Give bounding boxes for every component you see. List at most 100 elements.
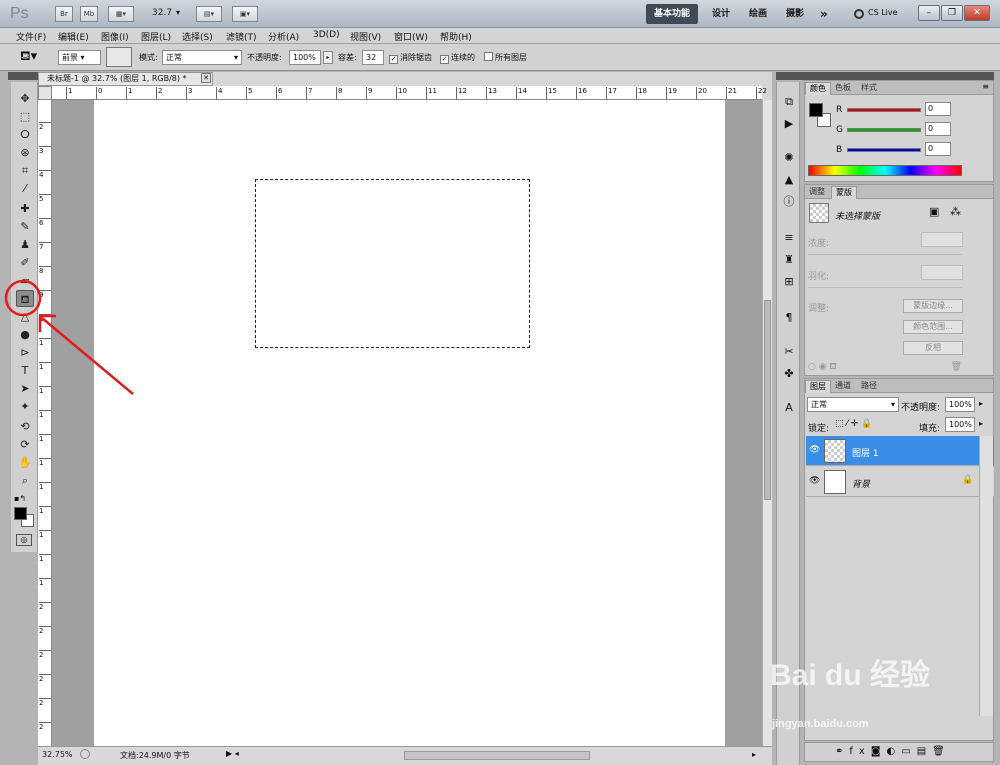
channel-b-slider[interactable] bbox=[847, 148, 921, 152]
move-tool-icon[interactable]: ✥ bbox=[16, 90, 34, 107]
brush-tool-icon[interactable]: ✎ bbox=[16, 218, 34, 235]
healing-brush-tool-icon[interactable]: ✚ bbox=[16, 200, 34, 217]
view-extras-button[interactable]: ▦▾ bbox=[108, 6, 134, 22]
more-workspaces-button[interactable]: » bbox=[820, 4, 828, 24]
tab-color[interactable]: 颜色 bbox=[805, 82, 831, 95]
layers-footer-buttons[interactable]: ⚭fx◙◐▭▤🗑 bbox=[804, 742, 994, 762]
color-range-button[interactable]: 颜色范围... bbox=[903, 320, 963, 334]
workspace-painting[interactable]: 绘画 bbox=[749, 4, 767, 24]
layer-row-1[interactable]: 👁 图层 1 bbox=[806, 436, 994, 466]
opacity-slider-button[interactable]: ▸ bbox=[323, 51, 333, 64]
workspace-photography[interactable]: 摄影 bbox=[786, 4, 804, 24]
menu-3d[interactable]: 3D(D) bbox=[313, 30, 340, 40]
quick-mask-icon[interactable]: ◎ bbox=[16, 534, 32, 546]
contiguous-checkbox[interactable]: ✓ 连续的 bbox=[440, 52, 475, 64]
tab-masks[interactable]: 蒙版 bbox=[831, 186, 857, 199]
arrange-documents-button[interactable]: ▤▾ bbox=[196, 6, 222, 22]
tolerance-input[interactable]: 32 bbox=[362, 50, 384, 65]
layer-row-background[interactable]: 👁 背景 🔒 bbox=[806, 467, 994, 497]
clone-source-icon[interactable]: ♜ bbox=[781, 252, 797, 268]
menu-analysis[interactable]: 分析(A) bbox=[268, 30, 299, 43]
menu-image[interactable]: 图像(I) bbox=[101, 30, 129, 43]
status-zoom[interactable]: 32.75% bbox=[42, 750, 73, 759]
histogram-icon[interactable]: ▲ bbox=[781, 172, 797, 188]
invert-button[interactable]: 反相 bbox=[903, 341, 963, 355]
opacity-input[interactable]: 100% bbox=[289, 50, 321, 65]
panel-menu-icon[interactable]: ≡ bbox=[982, 82, 989, 91]
crop-tool-icon[interactable]: ⌗ bbox=[16, 162, 34, 179]
menu-file[interactable]: 文件(F) bbox=[16, 30, 46, 43]
menu-window[interactable]: 窗口(W) bbox=[394, 30, 428, 43]
eyedropper-tool-icon[interactable]: ⁄ bbox=[16, 180, 34, 197]
mini-bridge-button[interactable]: Mb bbox=[80, 6, 98, 22]
history-icon[interactable]: ⧉ bbox=[781, 94, 797, 110]
paint-bucket-preset-icon[interactable]: ⛾▾ bbox=[20, 49, 37, 66]
menu-layer[interactable]: 图层(L) bbox=[141, 30, 171, 43]
menu-help[interactable]: 帮助(H) bbox=[440, 30, 472, 43]
pixel-mask-icon[interactable]: ▣ bbox=[929, 205, 939, 218]
document-tab[interactable]: 未标题-1 @ 32.7% (图层 1, RGB/8) * ✕ bbox=[38, 72, 213, 86]
tools-panel-header[interactable] bbox=[8, 72, 38, 80]
close-document-icon[interactable]: ✕ bbox=[201, 73, 211, 83]
bridge-button[interactable]: Br bbox=[55, 6, 73, 22]
screen-mode-button[interactable]: ▣▾ bbox=[232, 6, 258, 22]
3d-rotate-tool-icon[interactable]: ⟲ bbox=[16, 418, 34, 435]
menu-edit[interactable]: 编辑(E) bbox=[58, 30, 89, 43]
channel-b-input[interactable]: 0 bbox=[925, 142, 951, 156]
color-foreground-swatch[interactable] bbox=[809, 103, 823, 117]
lasso-tool-icon[interactable]: ⵔ bbox=[16, 126, 34, 143]
brush-presets-icon[interactable]: ≡ bbox=[781, 230, 797, 246]
channel-g-slider[interactable] bbox=[847, 128, 921, 132]
tab-adjustments[interactable]: 调整 bbox=[805, 186, 829, 199]
density-input[interactable] bbox=[921, 232, 963, 247]
quick-select-tool-icon[interactable]: ⊛ bbox=[16, 144, 34, 161]
mask-edge-button[interactable]: 蒙版边缘... bbox=[903, 299, 963, 313]
color-spectrum-bar[interactable] bbox=[808, 165, 962, 176]
tab-paths[interactable]: 路径 bbox=[857, 380, 881, 393]
paragraph-icon[interactable]: ¶ bbox=[781, 310, 797, 326]
blend-mode-select[interactable]: 正常 ▾ bbox=[807, 397, 899, 412]
minimize-button[interactable]: – bbox=[918, 5, 940, 21]
layer-name[interactable]: 背景 bbox=[852, 477, 870, 490]
actions-icon[interactable]: ▶ bbox=[781, 116, 797, 132]
workspace-essentials[interactable]: 基本功能 bbox=[646, 4, 699, 24]
fill-input[interactable]: 100% bbox=[945, 417, 975, 432]
pattern-picker[interactable] bbox=[106, 47, 132, 67]
visibility-eye-icon[interactable]: 👁 bbox=[809, 445, 820, 455]
feather-input[interactable] bbox=[921, 265, 963, 280]
channel-r-slider[interactable] bbox=[847, 108, 921, 112]
mode-select[interactable]: 正常 ▾ bbox=[162, 50, 242, 65]
vector-mask-icon[interactable]: ⁂ bbox=[950, 205, 961, 218]
antialias-checkbox[interactable]: ✓ 消除锯齿 bbox=[389, 52, 432, 64]
layer-opacity-input[interactable]: 100% bbox=[945, 397, 975, 412]
chevron-down-icon[interactable]: ▾ bbox=[176, 8, 180, 17]
cslive-button[interactable]: CS Live bbox=[868, 8, 898, 17]
fill-slider-arrow-icon[interactable]: ▸ bbox=[979, 419, 983, 428]
navigator-icon[interactable]: ✺ bbox=[781, 150, 797, 166]
3d-scene-icon[interactable]: ✤ bbox=[781, 366, 797, 382]
tab-layers[interactable]: 图层 bbox=[805, 380, 831, 393]
default-colors-icon[interactable]: ▪↰ bbox=[14, 494, 26, 503]
scrollbar-thumb[interactable] bbox=[764, 300, 771, 500]
scroll-right-icon[interactable]: ▸ bbox=[752, 750, 756, 759]
marquee-tool-icon[interactable]: ⬚ bbox=[16, 108, 34, 125]
hand-tool-icon[interactable]: ✋ bbox=[16, 454, 34, 471]
density-slider[interactable] bbox=[808, 254, 962, 257]
foreground-color-swatch[interactable] bbox=[14, 507, 27, 520]
status-menu-arrow-icon[interactable]: ▶ ◂ bbox=[226, 749, 239, 758]
close-button[interactable]: ✕ bbox=[964, 5, 990, 21]
layer-name[interactable]: 图层 1 bbox=[852, 446, 879, 459]
all-layers-checkbox[interactable]: 所有图层 bbox=[484, 52, 527, 63]
panel-dock-header[interactable] bbox=[776, 72, 994, 80]
status-options-icon[interactable] bbox=[80, 749, 90, 759]
menu-select[interactable]: 选择(S) bbox=[182, 30, 213, 43]
tab-swatches[interactable]: 色板 bbox=[831, 82, 855, 95]
visibility-eye-icon[interactable]: 👁 bbox=[809, 476, 820, 486]
horizontal-scrollbar-thumb[interactable] bbox=[404, 751, 590, 760]
feather-slider[interactable] bbox=[808, 287, 962, 290]
3d-orbit-tool-icon[interactable]: ⟳ bbox=[16, 436, 34, 453]
character-icon[interactable]: A bbox=[781, 400, 797, 416]
masks-footer-icons[interactable]: ○ ◉ ⛾ 🗑 bbox=[808, 362, 962, 374]
lock-icons[interactable]: ⬚ ⁄ ✛ 🔒 bbox=[835, 419, 872, 429]
history-brush-tool-icon[interactable]: ✐ bbox=[16, 254, 34, 271]
